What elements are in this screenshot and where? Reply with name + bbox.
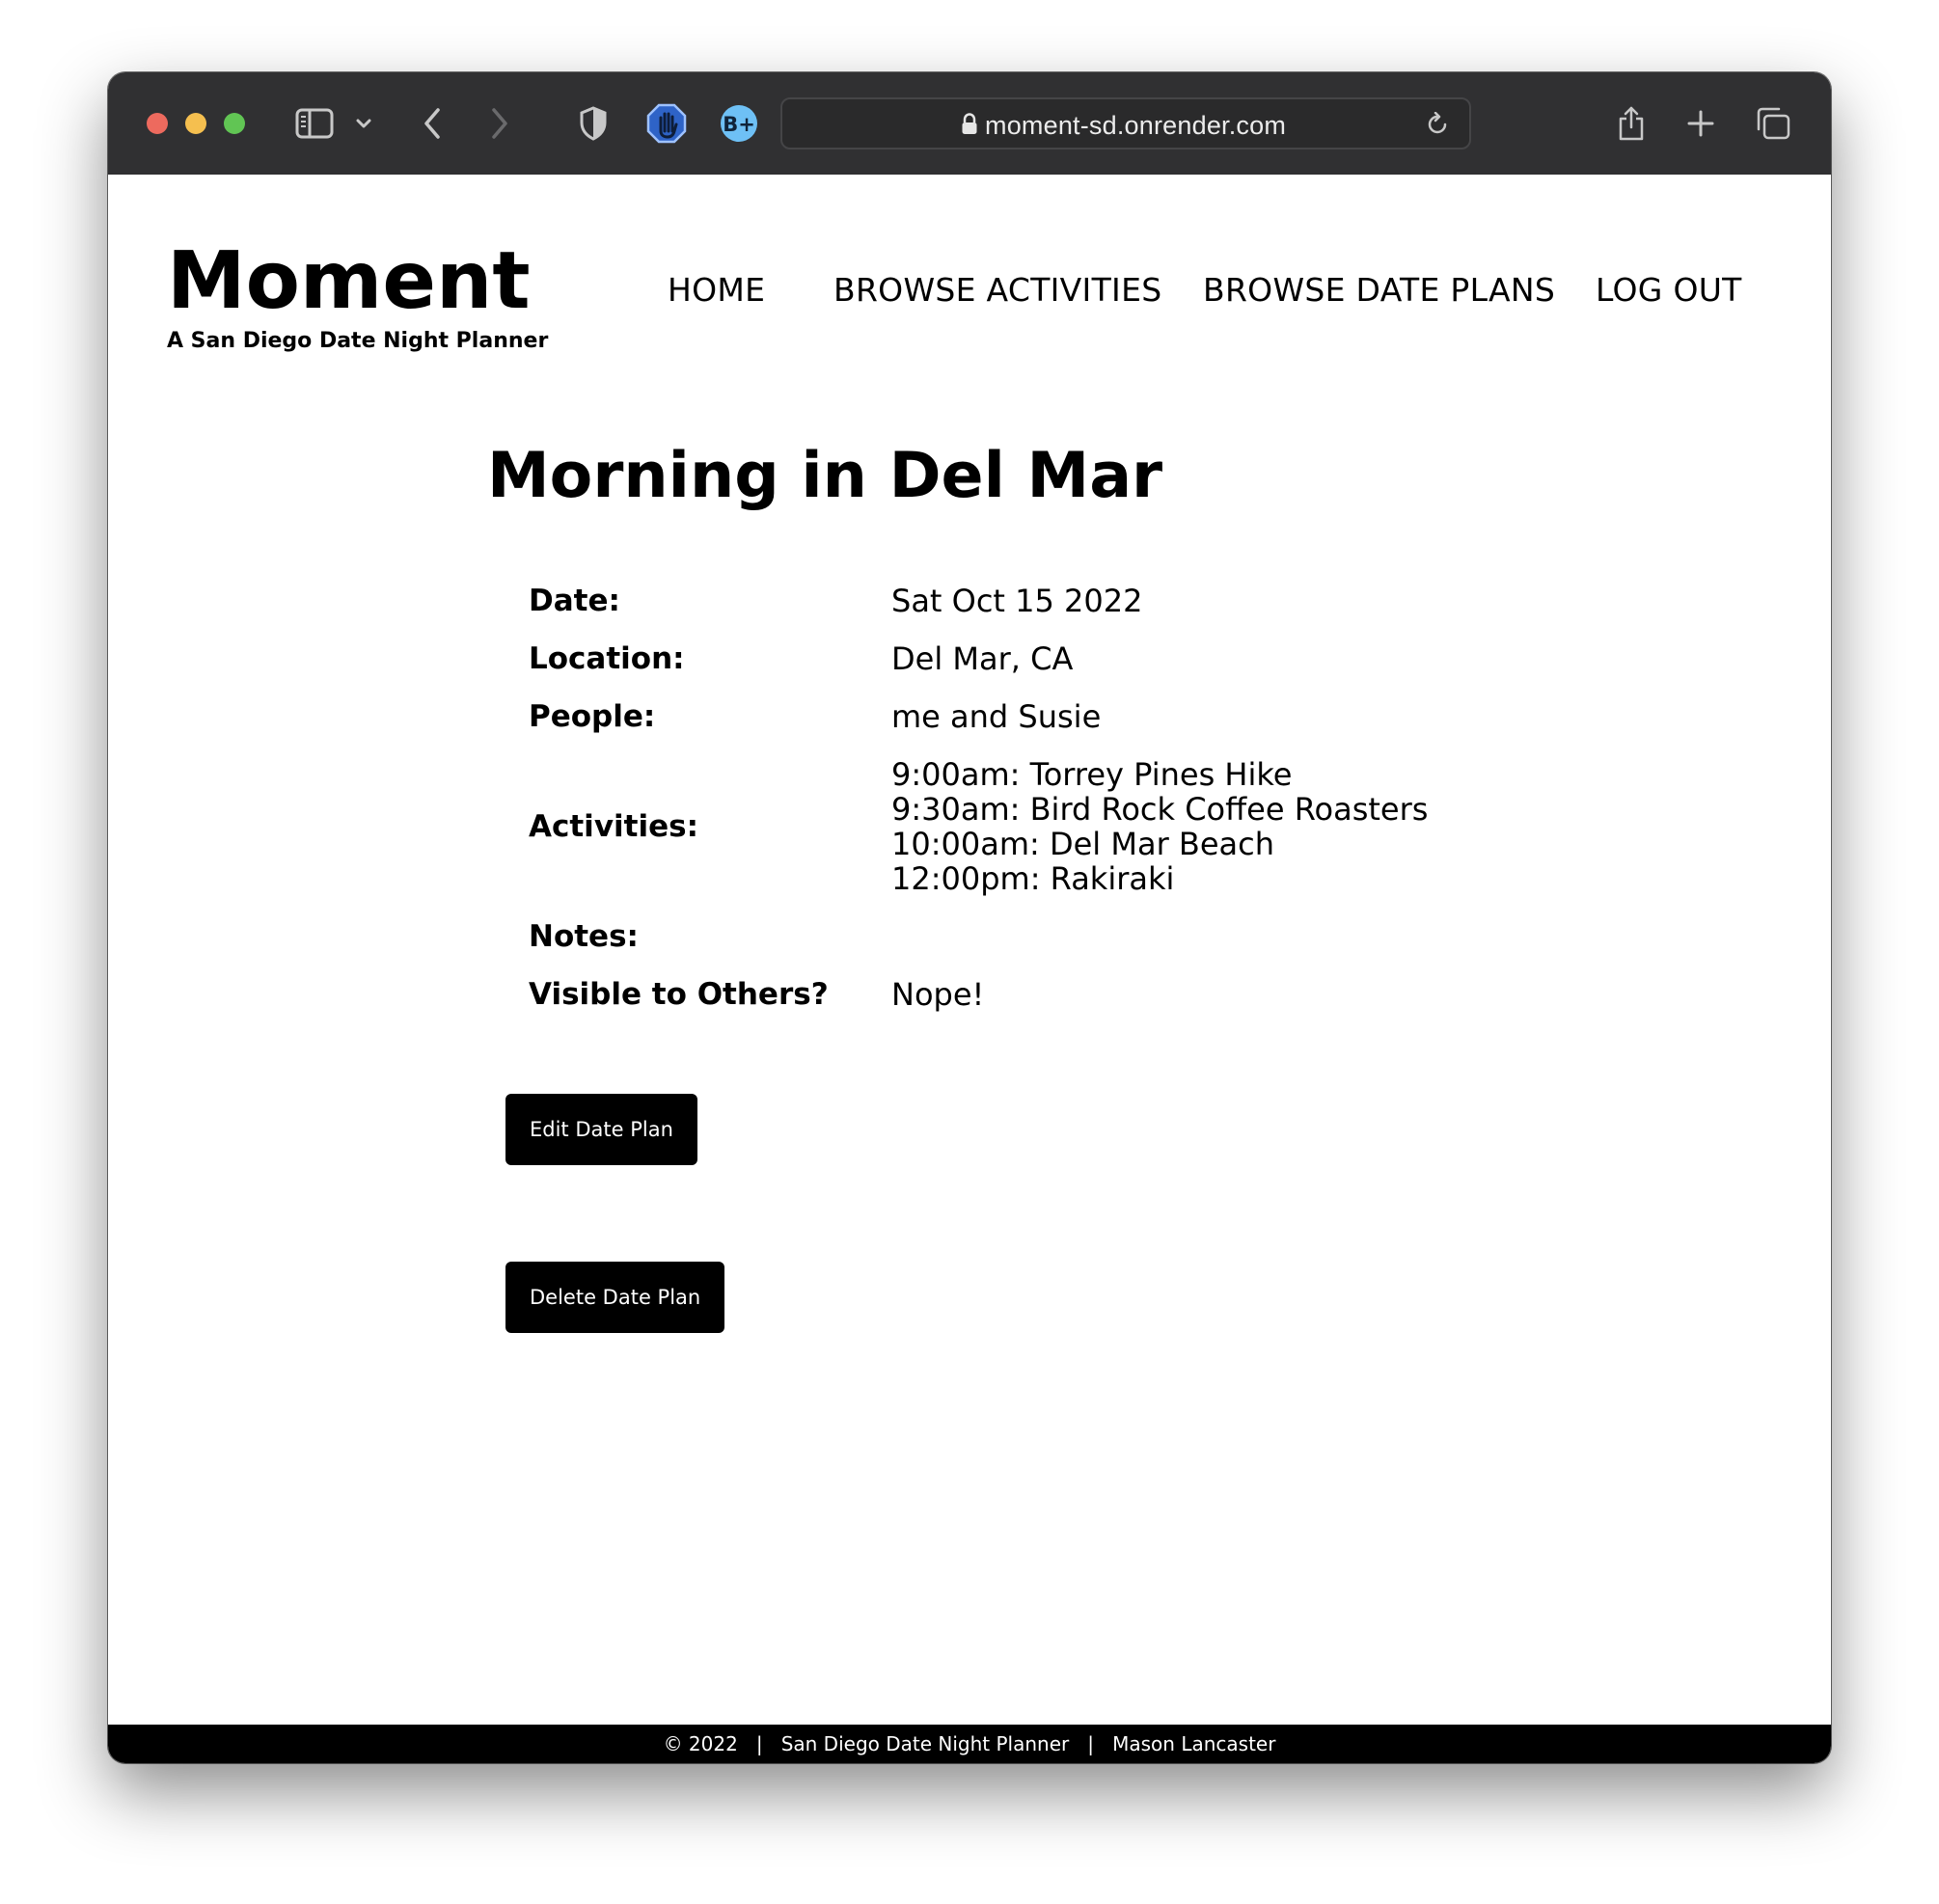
close-window-button[interactable] xyxy=(147,113,168,134)
back-arrow-icon[interactable] xyxy=(419,101,446,146)
nav-home-link[interactable]: HOME xyxy=(668,271,765,309)
browser-toolbar: B+ moment-sd.onrender.com xyxy=(108,72,1831,176)
location-value: Del Mar, CA xyxy=(891,640,1074,677)
page-content: Moment A San Diego Date Night Planner HO… xyxy=(108,175,1831,1763)
site-footer: © 2022 | San Diego Date Night Planner | … xyxy=(108,1725,1831,1763)
bplus-extension-icon[interactable]: B+ xyxy=(718,101,760,146)
lock-icon xyxy=(962,113,977,134)
people-label: People: xyxy=(529,699,656,734)
adblock-hand-icon[interactable] xyxy=(644,101,689,146)
date-label: Date: xyxy=(529,584,620,618)
forward-arrow-icon[interactable] xyxy=(486,101,513,146)
sidebar-toggle-icon[interactable] xyxy=(293,101,336,146)
screenshot-stage: B+ moment-sd.onrender.com Moment A San D… xyxy=(0,0,1939,1904)
nav-browse-activities-link[interactable]: BROWSE ACTIVITIES xyxy=(833,271,1161,309)
nav-browse-date-plans-link[interactable]: BROWSE DATE PLANS xyxy=(1203,271,1555,309)
share-icon[interactable] xyxy=(1615,101,1648,146)
nav-log-out-link[interactable]: LOG OUT xyxy=(1596,271,1742,309)
notes-label: Notes: xyxy=(529,919,639,954)
svg-text:B+: B+ xyxy=(723,113,755,136)
activity-item: 12:00pm: Rakiraki xyxy=(891,860,1175,897)
location-label: Location: xyxy=(529,641,685,676)
chevron-down-icon[interactable] xyxy=(353,101,374,146)
minimize-window-button[interactable] xyxy=(185,113,206,134)
site-logo-title[interactable]: Moment xyxy=(167,242,531,321)
activities-list: 9:00am: Torrey Pines Hike 9:30am: Bird R… xyxy=(891,757,1428,896)
privacy-shield-icon[interactable] xyxy=(577,101,610,146)
new-tab-plus-icon[interactable] xyxy=(1686,101,1715,146)
visible-to-others-value: Nope! xyxy=(891,976,985,1013)
activity-item: 9:30am: Bird Rock Coffee Roasters xyxy=(891,791,1429,828)
site-tagline: A San Diego Date Night Planner xyxy=(167,329,549,353)
activity-item: 10:00am: Del Mar Beach xyxy=(891,826,1275,862)
tab-overview-icon[interactable] xyxy=(1754,101,1792,146)
browser-window: B+ moment-sd.onrender.com Moment A San D… xyxy=(108,72,1831,1763)
zoom-window-button[interactable] xyxy=(224,113,245,134)
delete-date-plan-button[interactable]: Delete Date Plan xyxy=(505,1262,725,1333)
date-value: Sat Oct 15 2022 xyxy=(891,583,1143,619)
people-value: me and Susie xyxy=(891,698,1102,735)
activity-item: 9:00am: Torrey Pines Hike xyxy=(891,756,1293,793)
address-bar[interactable]: moment-sd.onrender.com xyxy=(780,97,1471,150)
edit-date-plan-button[interactable]: Edit Date Plan xyxy=(505,1094,697,1165)
url-text[interactable]: moment-sd.onrender.com xyxy=(985,111,1286,141)
page-title: Morning in Del Mar xyxy=(487,440,1163,512)
activities-label: Activities: xyxy=(529,809,698,844)
visible-to-others-label: Visible to Others? xyxy=(529,977,829,1012)
reload-icon[interactable] xyxy=(1425,112,1450,137)
